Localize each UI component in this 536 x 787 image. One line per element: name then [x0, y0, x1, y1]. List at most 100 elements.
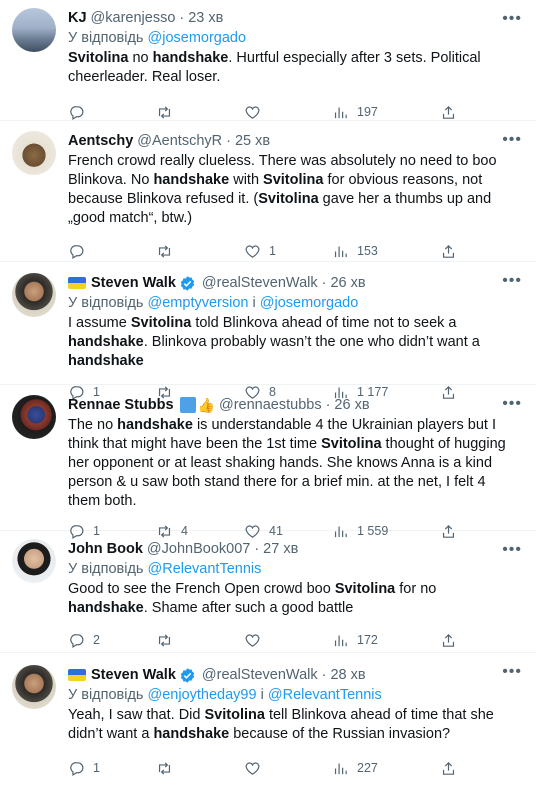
display-name[interactable]: Rennae Stubbs	[68, 397, 174, 413]
more-icon[interactable]: •••	[502, 663, 522, 681]
separator-dot: ·	[179, 10, 185, 26]
reply-icon	[70, 244, 84, 259]
reply-prefix: У відповідь	[68, 687, 144, 703]
reply-and: і	[260, 687, 264, 703]
verified-icon	[179, 275, 196, 292]
tweet-header: Rennae Stubbs 👍 @rennaestubbs · 26 хв	[68, 395, 520, 415]
like-button[interactable]: 1	[244, 243, 332, 260]
reply-context: У відповідь @josemorgado	[68, 29, 520, 48]
reply-to-link-2[interactable]: @RelevantTennis	[268, 687, 382, 703]
separator-dot: ·	[254, 541, 260, 557]
avatar[interactable]	[12, 131, 56, 175]
retweet-button[interactable]	[156, 243, 244, 260]
user-handle[interactable]: @JohnBook007	[147, 541, 250, 557]
views-icon	[334, 246, 347, 257]
timestamp[interactable]: 23 хв	[188, 10, 223, 26]
reply-to-link[interactable]: @enjoytheday99	[148, 687, 257, 703]
avatar[interactable]	[12, 665, 56, 709]
timestamp[interactable]: 28 хв	[330, 667, 365, 683]
like-button[interactable]	[244, 104, 332, 121]
share-icon	[442, 761, 455, 775]
reply-to-link[interactable]: @emptyversion	[148, 295, 249, 311]
views-button[interactable]: 197	[332, 104, 440, 121]
tweet-text: Svitolina no handshake. Hurtful especial…	[68, 50, 481, 85]
timestamp[interactable]: 26 хв	[334, 397, 369, 413]
tweet-text: Yeah, I saw that. Did Svitolina tell Bli…	[68, 707, 494, 742]
display-name[interactable]: Aentschy	[68, 133, 133, 149]
reply-to-link[interactable]: @RelevantTennis	[148, 561, 262, 577]
reply-button[interactable]	[68, 104, 156, 121]
reply-to-link[interactable]: @josemorgado	[148, 30, 247, 46]
tweet[interactable]: ••• Aentschy @AentschyR · 25 хв French c…	[0, 121, 536, 262]
views-button[interactable]: 153	[332, 243, 440, 260]
share-button[interactable]	[440, 243, 457, 260]
retweet-button[interactable]	[156, 632, 244, 649]
timestamp[interactable]: 25 хв	[235, 133, 270, 149]
more-icon[interactable]: •••	[502, 541, 522, 559]
views-icon	[334, 635, 347, 646]
timestamp[interactable]: 26 хв	[330, 275, 365, 291]
share-button[interactable]	[440, 760, 457, 777]
share-icon	[442, 244, 455, 258]
views-icon	[334, 107, 347, 118]
like-button[interactable]	[244, 632, 332, 649]
share-icon	[442, 105, 455, 119]
reply-button[interactable]	[68, 243, 156, 260]
tweet-text: The no handshake is understandable 4 the…	[68, 417, 506, 509]
reply-context: У відповідь @RelevantTennis	[68, 560, 520, 579]
retweet-icon	[158, 244, 171, 258]
views-button[interactable]: 227	[332, 760, 440, 777]
like-count: 1	[269, 244, 276, 258]
views-button[interactable]: 172	[332, 632, 440, 649]
views-count: 197	[357, 105, 378, 119]
avatar[interactable]	[12, 8, 56, 52]
reply-button[interactable]: 2	[68, 632, 156, 649]
reply-icon	[70, 105, 84, 120]
reply-and: і	[252, 295, 256, 311]
user-handle[interactable]: @AentschyR	[137, 133, 222, 149]
retweet-button[interactable]	[156, 104, 244, 121]
tweet-header: Steven Walk @realStevenWalk · 28 хв	[68, 665, 520, 685]
tweet-header: Aentschy @AentschyR · 25 хв	[68, 131, 520, 151]
avatar[interactable]	[12, 395, 56, 439]
views-count: 153	[357, 244, 378, 258]
more-icon[interactable]: •••	[502, 10, 522, 28]
avatar[interactable]	[12, 539, 56, 583]
like-icon	[245, 634, 260, 647]
reply-icon	[70, 633, 84, 648]
display-name[interactable]: KJ	[68, 10, 87, 26]
avatar[interactable]	[12, 273, 56, 317]
square-badge-icon	[179, 397, 196, 413]
tweet-text: I assume Svitolina told Blinkova ahead o…	[68, 315, 480, 369]
share-button[interactable]	[440, 104, 457, 121]
tweet[interactable]: ••• Rennae Stubbs 👍 @rennaestubbs · 26 х…	[0, 385, 536, 539]
views-count: 227	[357, 761, 378, 775]
reply-prefix: У відповідь	[68, 561, 144, 577]
tweet[interactable]: ••• Steven Walk @realStevenWalk · 28 хв …	[0, 653, 536, 787]
more-icon[interactable]: •••	[502, 272, 522, 290]
tweet[interactable]: ••• Steven Walk @realStevenWalk · 26 хв …	[0, 262, 536, 400]
display-name[interactable]: Steven Walk	[91, 275, 176, 291]
user-handle[interactable]: @realStevenWalk	[202, 667, 318, 683]
tweet-header: KJ @karenjesso · 23 хв	[68, 8, 520, 28]
user-handle[interactable]: @karenjesso	[91, 10, 176, 26]
separator-dot: ·	[321, 667, 327, 683]
like-icon	[245, 245, 260, 258]
user-handle[interactable]: @realStevenWalk	[202, 275, 318, 291]
display-name[interactable]: John Book	[68, 541, 143, 557]
timestamp[interactable]: 27 хв	[263, 541, 298, 557]
user-handle[interactable]: @rennaestubbs	[219, 397, 322, 413]
tweet[interactable]: ••• KJ @karenjesso · 23 хв У відповідь @…	[0, 0, 536, 121]
share-button[interactable]	[440, 632, 457, 649]
reply-to-link-2[interactable]: @josemorgado	[260, 295, 359, 311]
like-button[interactable]	[244, 760, 332, 777]
tweet[interactable]: ••• John Book @JohnBook007 · 27 хв У від…	[0, 531, 536, 653]
retweet-button[interactable]	[156, 760, 244, 777]
separator-dot: ·	[226, 133, 231, 149]
display-name[interactable]: Steven Walk	[91, 667, 176, 683]
reply-count: 2	[93, 633, 100, 647]
more-icon[interactable]: •••	[502, 395, 522, 413]
retweet-icon	[158, 761, 171, 775]
reply-button[interactable]: 1	[68, 760, 156, 777]
more-icon[interactable]: •••	[502, 131, 522, 149]
